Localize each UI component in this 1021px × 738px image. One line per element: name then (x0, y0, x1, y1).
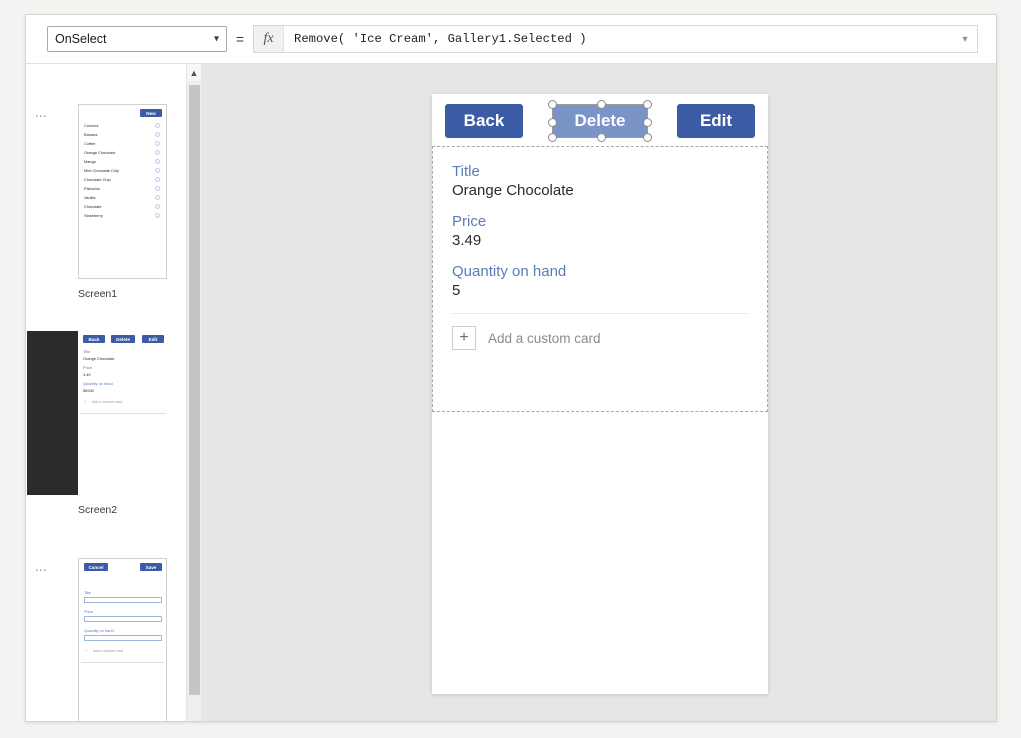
add-custom-card-label: Add a custom card (488, 330, 601, 346)
mini-gallery-item: Banana (84, 132, 98, 137)
mini-divider (80, 413, 166, 414)
equals-sign: = (235, 31, 245, 47)
powerapps-studio-window: OnSelect ▾ = fx Remove( 'Ice Cream', Gal… (25, 14, 997, 722)
mini-gallery-item: Mint Chocolate Chip (84, 168, 120, 173)
screen2-label: Screen2 (78, 504, 118, 516)
formula-expand-chevron-down-icon[interactable]: ▾ (953, 26, 977, 52)
formula-input[interactable]: Remove( 'Ice Cream', Gallery1.Selected ) (284, 26, 953, 52)
mini-delete-button: Delete (111, 335, 135, 343)
field-value-quantity: 5 (452, 282, 461, 299)
mini-cancel-button: Cancel (84, 563, 108, 571)
resize-handle-n[interactable] (596, 100, 606, 109)
screen-preview: Back Delete Edit Title Orange Chocolate … (432, 94, 768, 694)
resize-handle-nw[interactable] (548, 100, 557, 109)
resize-handle-ne[interactable] (643, 100, 652, 109)
field-value-price: 3.49 (452, 232, 482, 249)
property-select[interactable]: OnSelect ▾ (47, 26, 227, 52)
screen1-label: Screen1 (78, 288, 118, 300)
mini-field-value: 3.49 (83, 372, 91, 377)
field-value-title: Orange Chocolate (452, 182, 574, 199)
chevron-right-icon: › (155, 159, 160, 164)
back-button[interactable]: Back (445, 104, 523, 138)
chevron-right-icon: › (155, 177, 160, 182)
chevron-right-icon: › (155, 213, 160, 218)
property-select-value: OnSelect (55, 32, 107, 46)
mini-gallery-item: Mango (84, 159, 96, 164)
formula-bar: OnSelect ▾ = fx Remove( 'Ice Cream', Gal… (26, 15, 996, 64)
screen2-thumbnail-frame[interactable]: Back Delete Edit Title Orange Chocolate … (27, 331, 169, 495)
mini-field-label: Quantity on hand (83, 381, 113, 386)
formula-input-wrapper: fx Remove( 'Ice Cream', Gallery1.Selecte… (253, 25, 978, 53)
screen1-thumbnail-canvas: New Coconut › Banana › Coffee › Orange C… (79, 105, 166, 278)
screen-thumbnail-rail: ⋯ New Coconut › Banana › Coffee › Orange… (26, 64, 186, 721)
scroll-up-arrow-icon[interactable]: ▲ (187, 64, 201, 81)
resize-handle-e[interactable] (643, 117, 652, 127)
mini-save-button: Save (140, 563, 162, 571)
display-form[interactable]: Title Orange Chocolate Price 3.49 Quanti… (432, 146, 768, 412)
resize-handle-w[interactable] (548, 117, 557, 127)
mini-gallery-item: Orange Chocolate (84, 150, 116, 155)
mini-gallery-item: Chocolate Chip (84, 177, 111, 182)
mini-back-button: Back (83, 335, 105, 343)
mini-field-label: Price (83, 365, 92, 370)
mini-gallery-item: Chocolate (84, 204, 102, 209)
mini-add-custom-card: Add a custom card (92, 400, 122, 404)
mini-divider (81, 662, 164, 663)
mini-field-label: Title (83, 349, 91, 354)
screen-topbar: Back Delete Edit (432, 94, 768, 146)
chevron-down-icon: ▾ (213, 33, 219, 45)
screen2-thumbnail-canvas: Back Delete Edit Title Orange Chocolate … (78, 331, 169, 495)
scrollbar-thumb[interactable] (189, 85, 200, 695)
mini-field-input (84, 597, 162, 603)
field-label-title: Title (452, 163, 480, 180)
mini-gallery-item: Coconut (84, 123, 99, 128)
design-canvas[interactable]: Back Delete Edit Title Orange Chocolate … (201, 64, 996, 721)
mini-field-input (84, 616, 162, 622)
mini-field-input (84, 635, 162, 641)
plus-icon[interactable]: + (452, 326, 476, 350)
add-custom-card-row[interactable]: + Add a custom card (452, 313, 748, 350)
workspace: ⋯ New Coconut › Banana › Coffee › Orange… (26, 64, 996, 721)
screen3-more-options-icon[interactable]: ⋯ (30, 564, 52, 576)
mini-field-label: Price (84, 609, 93, 614)
screen3-thumbnail-frame[interactable]: Cancel Save Title Price Quantity on hand… (78, 558, 167, 721)
screen1-more-options-icon[interactable]: ⋯ (30, 110, 52, 122)
mini-field-label: Title (84, 590, 92, 595)
screen3-thumbnail-canvas: Cancel Save Title Price Quantity on hand… (79, 559, 166, 721)
chevron-right-icon: › (155, 132, 160, 137)
mini-field-value: Orange Chocolate (83, 356, 115, 361)
chevron-right-icon: › (155, 186, 160, 191)
mini-plus-icon: + (84, 400, 87, 404)
mini-gallery-item: Coffee (84, 141, 96, 146)
resize-handle-s[interactable] (596, 133, 606, 142)
resize-handle-sw[interactable] (548, 133, 557, 142)
edit-button[interactable]: Edit (677, 104, 755, 138)
chevron-right-icon: › (155, 123, 160, 128)
mini-field-label: Quantity on hand (84, 628, 114, 633)
rail-scrollbar[interactable]: ▲ (186, 64, 201, 721)
field-label-price: Price (452, 213, 487, 230)
mini-gallery-item: Pistachio (84, 186, 100, 191)
chevron-right-icon: › (155, 168, 160, 173)
chevron-right-icon: › (155, 195, 160, 200)
chevron-right-icon: › (155, 204, 160, 209)
chevron-right-icon: › (155, 141, 160, 146)
screen1-thumbnail-frame[interactable]: New Coconut › Banana › Coffee › Orange C… (78, 104, 167, 279)
field-label-quantity: Quantity on hand (452, 263, 567, 280)
mini-gallery-item: Strawberry (84, 213, 103, 218)
mini-add-custom-card: Add a custom card (93, 649, 123, 653)
mini-new-button: New (140, 109, 162, 117)
fx-icon: fx (254, 26, 284, 52)
mini-plus-icon: + (85, 649, 88, 653)
resize-handle-se[interactable] (643, 133, 652, 142)
mini-gallery-item: Vanilla (84, 195, 96, 200)
chevron-right-icon: › (155, 150, 160, 155)
mini-edit-button: Edit (142, 335, 164, 343)
mini-field-value: 56930 (83, 388, 94, 393)
